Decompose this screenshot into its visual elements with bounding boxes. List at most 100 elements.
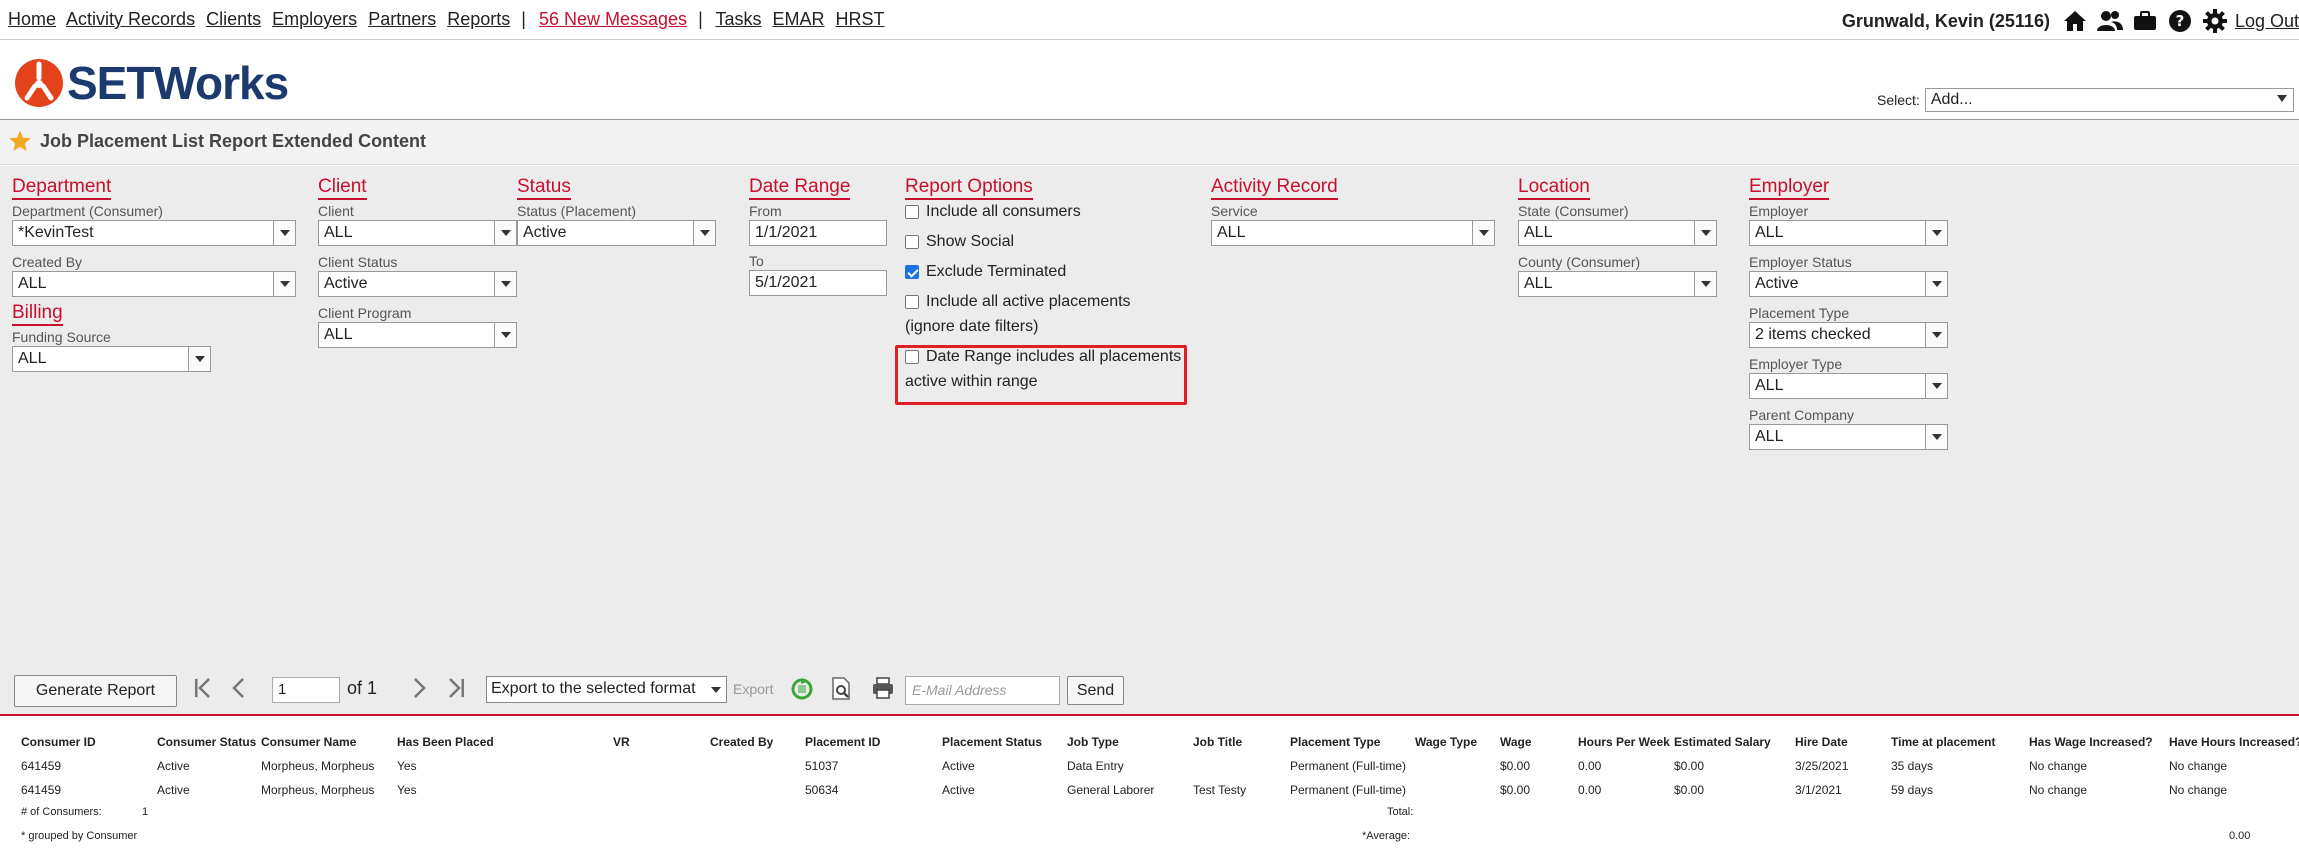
logout-link[interactable]: Log Out: [2235, 11, 2299, 32]
nav-activity-records[interactable]: Activity Records: [66, 9, 195, 29]
table-cell: No change: [2169, 759, 2228, 773]
export-link[interactable]: Export: [733, 681, 773, 697]
favorite-star-icon[interactable]: [8, 129, 32, 158]
employer-type-value: ALL: [1755, 377, 1784, 394]
chevron-down-icon: [1472, 221, 1494, 245]
county-label: County (Consumer): [1518, 254, 1641, 270]
print-icon[interactable]: [872, 677, 894, 704]
divider: [0, 39, 2299, 40]
exclude-terminated-label: Exclude Terminated: [926, 263, 1067, 280]
nav-emar[interactable]: EMAR: [772, 9, 824, 29]
placement-type-dropdown[interactable]: 2 items checked: [1749, 322, 1948, 348]
column-header: Wage: [1500, 735, 1532, 749]
chevron-down-icon: [2276, 95, 2287, 102]
print-preview-icon[interactable]: [830, 677, 852, 706]
next-page-icon[interactable]: [410, 675, 428, 707]
previous-page-icon[interactable]: [230, 675, 248, 707]
table-cell: 3/25/2021: [1795, 759, 1849, 773]
to-date-input[interactable]: 5/1/2021: [749, 270, 887, 296]
client-dropdown[interactable]: ALL: [318, 220, 517, 246]
refresh-icon[interactable]: [791, 678, 813, 705]
parent-company-dropdown[interactable]: ALL: [1749, 424, 1948, 450]
column-header: Consumer Status: [157, 735, 257, 749]
nav-partners[interactable]: Partners: [368, 9, 436, 29]
exclude-terminated-checkbox[interactable]: Exclude Terminated: [905, 263, 1066, 281]
employer-status-dropdown[interactable]: Active: [1749, 271, 1948, 297]
top-nav: Home Activity Records Clients Employers …: [8, 9, 891, 30]
nav-messages[interactable]: 56 New Messages: [539, 9, 687, 29]
service-label: Service: [1211, 203, 1258, 219]
checkbox-box[interactable]: [905, 205, 919, 219]
created-by-dropdown[interactable]: ALL: [12, 271, 296, 297]
column-header: VR: [613, 735, 630, 749]
department-dropdown[interactable]: *KevinTest: [12, 220, 296, 246]
table-cell: Yes: [397, 759, 417, 773]
parent-company-value: ALL: [1755, 428, 1784, 445]
chevron-down-icon: [1925, 323, 1947, 347]
funding-source-value: ALL: [18, 350, 47, 367]
logo-icon: [15, 59, 63, 107]
chevron-down-icon: [1694, 272, 1716, 296]
department-heading: Department: [12, 176, 112, 200]
show-social-label: Show Social: [926, 233, 1015, 250]
from-date-input[interactable]: 1/1/2021: [749, 220, 887, 246]
briefcase-icon[interactable]: [2130, 8, 2160, 34]
gear-icon[interactable]: [2200, 8, 2230, 34]
chevron-down-icon: [494, 221, 516, 245]
help-icon[interactable]: ?: [2165, 8, 2195, 34]
checkbox-box[interactable]: [905, 295, 919, 309]
table-cell: $0.00: [1500, 783, 1531, 797]
email-address-input[interactable]: E-Mail Address: [905, 676, 1060, 705]
page-number-input[interactable]: 1: [272, 677, 340, 703]
home-icon[interactable]: [2060, 8, 2090, 34]
users-icon[interactable]: [2095, 8, 2125, 34]
table-cell: 641459: [21, 783, 62, 797]
status-placement-dropdown[interactable]: Active: [517, 220, 716, 246]
client-program-dropdown[interactable]: ALL: [318, 322, 517, 348]
table-cell: 35 days: [1891, 759, 1934, 773]
state-dropdown[interactable]: ALL: [1518, 220, 1717, 246]
table-cell: Yes: [397, 783, 417, 797]
export-format-select[interactable]: Export to the selected format: [486, 676, 727, 703]
client-status-dropdown[interactable]: Active: [318, 271, 517, 297]
status-placement-value: Active: [523, 224, 567, 241]
to-label: To: [749, 253, 764, 269]
county-value: ALL: [1524, 275, 1553, 292]
column-header: Hours Per Week: [1578, 735, 1670, 749]
column-header: Has Been Placed: [397, 735, 494, 749]
nav-tasks[interactable]: Tasks: [715, 9, 761, 29]
table-cell: Active: [942, 783, 975, 797]
table-cell: 59 days: [1891, 783, 1934, 797]
nav-home[interactable]: Home: [8, 9, 56, 29]
page-title: Job Placement List Report Extended Conte…: [40, 131, 427, 151]
nav-hrst[interactable]: HRST: [836, 9, 885, 29]
table-cell: Active: [157, 759, 190, 773]
column-header: Time at placement: [1891, 735, 1996, 749]
table-cell: No change: [2029, 783, 2088, 797]
generate-report-button[interactable]: Generate Report: [14, 675, 177, 707]
employer-dropdown[interactable]: ALL: [1749, 220, 1948, 246]
nav-reports[interactable]: Reports: [447, 9, 510, 29]
employer-type-dropdown[interactable]: ALL: [1749, 373, 1948, 399]
funding-source-dropdown[interactable]: ALL: [12, 346, 211, 372]
send-button[interactable]: Send: [1067, 676, 1124, 705]
include-active-placements-checkbox[interactable]: Include all active placements: [905, 293, 1131, 311]
checkbox-checked[interactable]: [905, 265, 919, 279]
page-count: of 1: [347, 678, 378, 698]
first-page-icon[interactable]: [192, 675, 214, 707]
service-dropdown[interactable]: ALL: [1211, 220, 1495, 246]
column-header: Estimated Salary: [1674, 735, 1771, 749]
title-bar: Job Placement List Report Extended Conte…: [0, 120, 2299, 165]
nav-clients[interactable]: Clients: [206, 9, 261, 29]
last-page-icon[interactable]: [445, 675, 467, 707]
brand-logo[interactable]: SETWorks: [14, 56, 289, 110]
add-dropdown[interactable]: Add...: [1924, 88, 2294, 112]
nav-employers[interactable]: Employers: [272, 9, 357, 29]
show-social-checkbox[interactable]: Show Social: [905, 233, 1014, 251]
add-dropdown-value: Add...: [1930, 91, 1973, 108]
checkbox-box[interactable]: [905, 235, 919, 249]
county-dropdown[interactable]: ALL: [1518, 271, 1717, 297]
include-all-consumers-checkbox[interactable]: Include all consumers: [905, 203, 1081, 221]
table-cell: General Laborer: [1067, 783, 1155, 797]
status-placement-label: Status (Placement): [517, 203, 637, 219]
